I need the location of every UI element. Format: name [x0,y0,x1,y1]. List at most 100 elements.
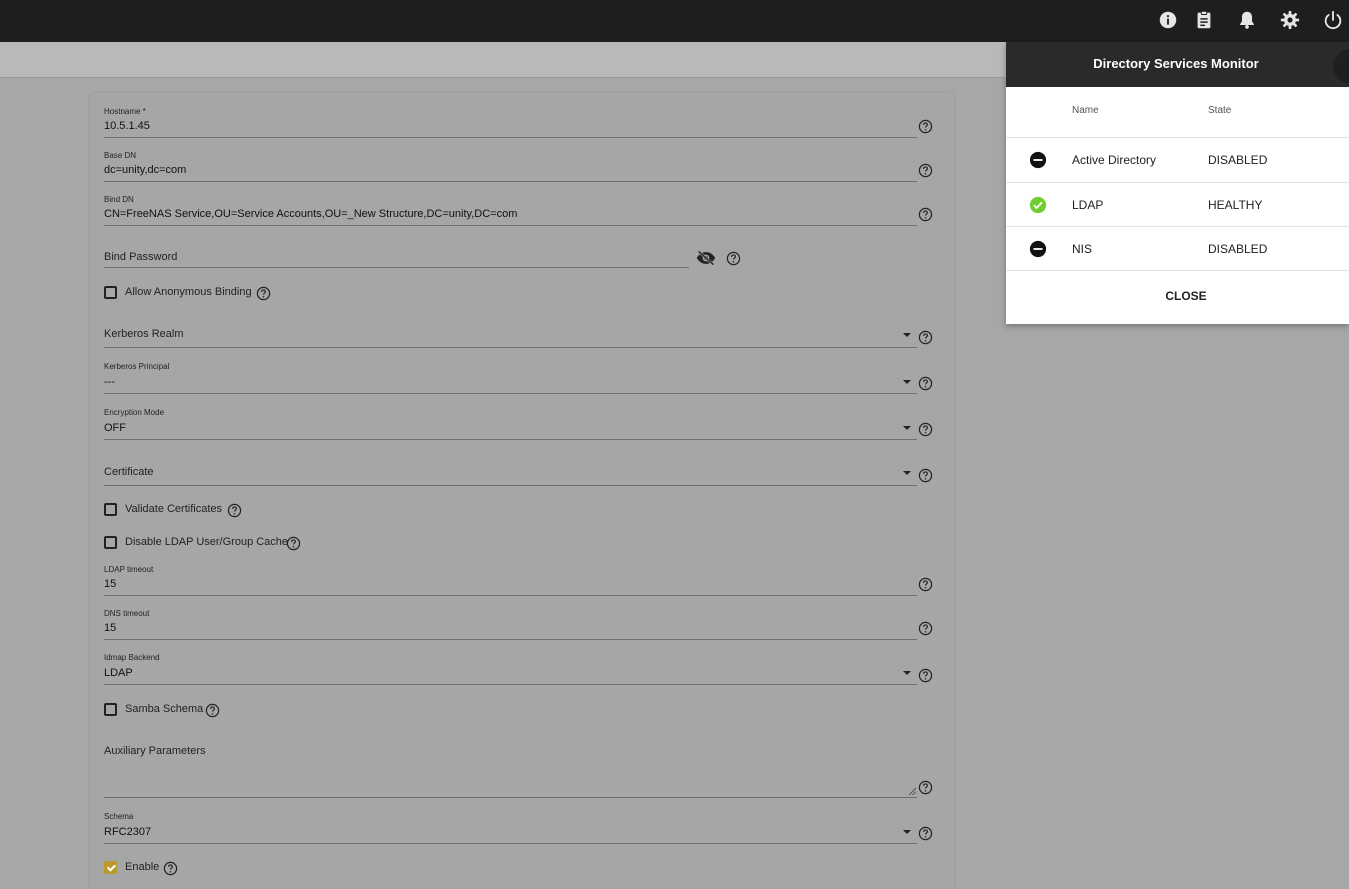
service-state: DISABLED [1208,242,1268,256]
bind-dn-underline [104,225,917,226]
samba-schema-help-icon[interactable] [205,703,220,718]
base-dn-underline [104,181,917,182]
encryption-mode-select[interactable]: Encryption Mode OFF [104,408,917,441]
idmap-backend-underline [104,684,917,685]
kerberos-realm-select[interactable]: Kerberos Realm [104,327,917,349]
service-state: DISABLED [1208,153,1268,167]
auxiliary-parameters-help-icon[interactable] [918,780,933,795]
schema-help-icon[interactable] [918,826,933,841]
dns-timeout-label: DNS timeout [104,609,150,618]
encryption-mode-label: Encryption Mode [104,408,165,417]
certificate-help-icon[interactable] [918,468,933,483]
auxiliary-parameters-textarea[interactable]: Auxiliary Parameters [104,743,917,799]
encryption-mode-value: OFF [104,422,126,434]
idmap-backend-value: LDAP [104,667,133,679]
gear-icon[interactable] [1279,9,1301,31]
kerberos-realm-help-icon[interactable] [918,330,933,345]
monitor-row-nis: NIS DISABLED [1006,226,1349,270]
auxiliary-parameters-underline [104,797,917,798]
monitor-divider [1006,270,1349,271]
disable-ldap-cache-checkbox[interactable]: Disable LDAP User/Group Cache [104,535,294,551]
enable-checkbox[interactable]: Enable [104,860,164,876]
directory-services-monitor: Directory Services Monitor Name State Ac… [1006,42,1349,324]
chevron-down-icon [903,830,911,834]
chevron-down-icon [903,671,911,675]
dns-timeout-help-icon[interactable] [918,621,933,636]
hostname-label: Hostname * [104,107,146,116]
service-name: LDAP [1072,198,1104,212]
bind-password-field[interactable]: Bind Password [104,249,689,269]
base-dn-value[interactable]: dc=unity,dc=com [104,164,186,176]
monitor-row-active-directory: Active Directory DISABLED [1006,137,1349,181]
schema-underline [104,843,917,844]
certificate-select[interactable]: Certificate [104,465,917,487]
base-dn-field[interactable]: Base DN dc=unity,dc=com [104,151,917,183]
ldap-timeout-label: LDAP timeout [104,565,154,574]
ldap-settings-form: Hostname * 10.5.1.45 Base DN dc=unity,dc… [90,93,954,889]
dns-timeout-field[interactable]: DNS timeout 15 [104,609,917,641]
hostname-help-icon[interactable] [918,119,933,134]
validate-certificates-box[interactable] [104,503,117,516]
kerberos-realm-underline [104,347,917,348]
samba-schema-checkbox[interactable]: Samba Schema [104,702,209,718]
power-icon[interactable] [1322,9,1344,31]
ldap-timeout-help-icon[interactable] [918,577,933,592]
auxiliary-parameters-placeholder: Auxiliary Parameters [104,745,206,757]
enable-help-icon[interactable] [163,861,178,876]
base-dn-help-icon[interactable] [918,163,933,178]
hostname-field[interactable]: Hostname * 10.5.1.45 [104,107,917,139]
encryption-mode-help-icon[interactable] [918,422,933,437]
dns-timeout-value[interactable]: 15 [104,622,116,634]
bind-password-placeholder: Bind Password [104,251,178,263]
clipboard-icon[interactable] [1193,9,1215,31]
monitor-row-ldap: LDAP HEALTHY [1006,182,1349,226]
monitor-header-button[interactable] [1333,49,1349,83]
idmap-backend-select[interactable]: Idmap Backend LDAP [104,653,917,686]
allow-anonymous-binding-label: Allow Anonymous Binding [125,286,252,298]
chevron-down-icon [903,426,911,430]
validate-certificates-help-icon[interactable] [227,503,242,518]
hostname-value[interactable]: 10.5.1.45 [104,120,150,132]
base-dn-label: Base DN [104,151,137,160]
certificate-underline [104,485,917,486]
kerberos-principal-help-icon[interactable] [918,376,933,391]
schema-label: Schema [104,812,134,821]
enable-label: Enable [125,861,160,873]
info-icon[interactable] [1157,9,1179,31]
ldap-timeout-value[interactable]: 15 [104,578,116,590]
chevron-down-icon [903,380,911,384]
samba-schema-box[interactable] [104,703,117,716]
minus-circle-icon [1029,151,1047,169]
bell-icon[interactable] [1236,9,1258,31]
disable-ldap-cache-help-icon[interactable] [286,536,301,551]
allow-anonymous-binding-help-icon[interactable] [256,286,271,301]
disable-ldap-cache-box[interactable] [104,536,117,549]
kerberos-principal-value: --- [104,376,115,388]
kerberos-principal-select[interactable]: Kerberos Principal --- [104,362,917,395]
idmap-backend-help-icon[interactable] [918,668,933,683]
service-name: Active Directory [1072,153,1157,167]
bind-dn-field[interactable]: Bind DN CN=FreeNAS Service,OU=Service Ac… [104,195,917,227]
close-button[interactable]: CLOSE [1136,285,1236,307]
visibility-off-icon[interactable] [696,250,716,266]
certificate-placeholder: Certificate [104,466,154,478]
ldap-timeout-field[interactable]: LDAP timeout 15 [104,565,917,597]
column-header-state: State [1208,105,1232,116]
bind-dn-value[interactable]: CN=FreeNAS Service,OU=Service Accounts,O… [104,208,517,220]
samba-schema-label: Samba Schema [125,703,204,715]
monitor-header: Directory Services Monitor [1006,42,1349,87]
validate-certificates-checkbox[interactable]: Validate Certificates [104,502,244,518]
service-name: NIS [1072,242,1093,256]
schema-select[interactable]: Schema RFC2307 [104,812,917,845]
schema-value: RFC2307 [104,826,152,838]
kerberos-principal-label: Kerberos Principal [104,362,170,371]
bind-password-help-icon[interactable] [726,251,741,266]
enable-box[interactable] [104,861,117,874]
allow-anonymous-binding-box[interactable] [104,286,117,299]
bind-dn-help-icon[interactable] [918,207,933,222]
resize-handle-icon[interactable] [908,787,916,795]
bind-dn-label: Bind DN [104,195,134,204]
monitor-title: Directory Services Monitor [1093,56,1259,71]
column-header-name: Name [1072,105,1099,116]
validate-certificates-label: Validate Certificates [125,503,223,515]
